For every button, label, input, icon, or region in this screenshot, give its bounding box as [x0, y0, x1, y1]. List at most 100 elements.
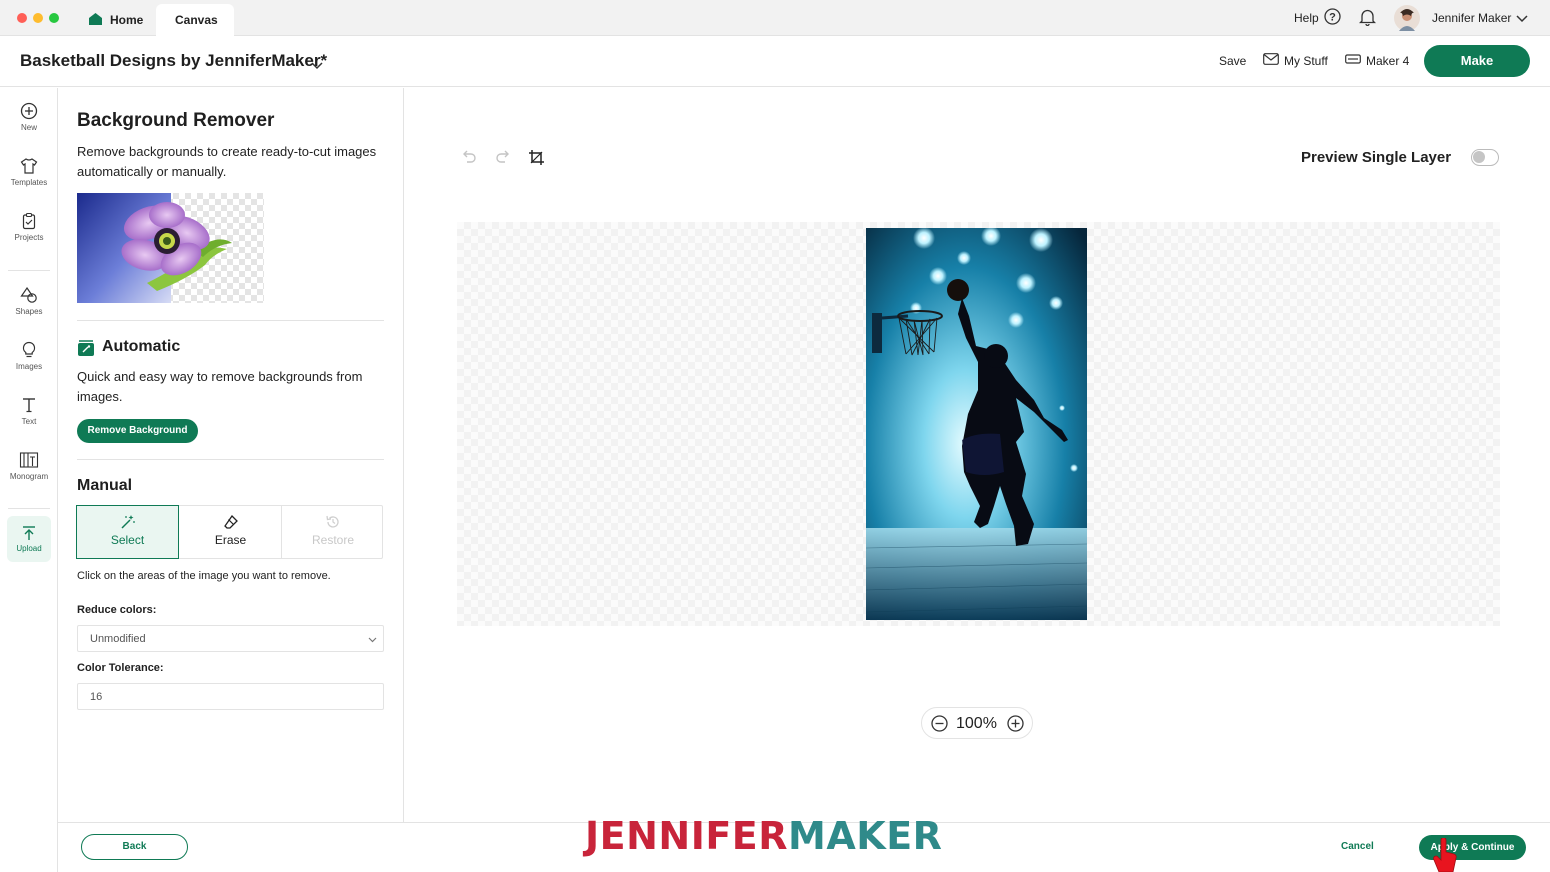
- user-name[interactable]: Jennifer Maker: [1432, 11, 1511, 27]
- color-tolerance-input[interactable]: 16: [77, 683, 384, 710]
- eraser-icon: [223, 514, 238, 529]
- watermark-part-b: MAKER: [788, 814, 943, 858]
- restore-tool-button[interactable]: Restore: [282, 506, 384, 558]
- crop-icon[interactable]: [528, 149, 545, 171]
- reduce-colors-label: Reduce colors:: [77, 604, 157, 616]
- tshirt-icon: [20, 158, 38, 174]
- project-header: Basketball Designs by JenniferMaker* Sav…: [0, 36, 1550, 87]
- back-button[interactable]: Back: [81, 834, 188, 860]
- rail-item-label: Images: [15, 362, 43, 371]
- manual-hint-text: Click on the areas of the image you want…: [77, 570, 331, 582]
- machine-selector[interactable]: Maker 4: [1345, 52, 1415, 70]
- save-button[interactable]: Save: [1219, 54, 1246, 68]
- cutting-machine-icon: [1345, 53, 1361, 68]
- rail-item-shapes[interactable]: Shapes: [0, 286, 58, 336]
- zoom-value: 100%: [956, 715, 997, 732]
- text-t-icon: [23, 398, 35, 413]
- reduce-colors-select[interactable]: Unmodified: [77, 625, 384, 652]
- tab-canvas-label: Canvas: [175, 13, 218, 27]
- tab-home-label: Home: [110, 13, 144, 27]
- erase-tool-label: Erase: [214, 533, 247, 547]
- color-tolerance-label: Color Tolerance:: [77, 662, 164, 674]
- home-icon: [88, 12, 103, 31]
- toggle-knob: [1473, 151, 1485, 163]
- cancel-button[interactable]: Cancel: [1341, 841, 1374, 852]
- rail-item-monogram[interactable]: Monogram: [0, 451, 58, 501]
- rail-item-label: Templates: [10, 178, 48, 187]
- rail-divider: [8, 508, 50, 509]
- upload-arrow-icon: [23, 526, 35, 540]
- manual-tool-group: Select Erase Restore: [76, 505, 383, 559]
- project-title[interactable]: Basketball Designs by JenniferMaker*: [20, 51, 327, 71]
- lightbulb-icon: [22, 341, 36, 358]
- avatar[interactable]: [1394, 5, 1420, 31]
- preview-single-layer-label: Preview Single Layer: [1301, 149, 1452, 166]
- restore-tool-label: Restore: [311, 533, 355, 547]
- zoom-in-icon[interactable]: [1007, 715, 1024, 737]
- rail-item-images[interactable]: Images: [0, 341, 58, 391]
- rail-item-templates[interactable]: Templates: [0, 157, 58, 207]
- window-tab-bar: Home Canvas Help ? Jennifer Maker: [0, 0, 1550, 36]
- my-stuff-button[interactable]: My Stuff: [1263, 52, 1333, 70]
- remove-background-button[interactable]: Remove Background: [77, 419, 198, 443]
- pointer-hand-cursor-icon: [1432, 837, 1458, 872]
- automatic-section-title: Automatic: [102, 338, 181, 355]
- window-minimize-dot[interactable]: [33, 13, 43, 23]
- make-button[interactable]: Make: [1424, 45, 1530, 77]
- select-tool-button[interactable]: Select: [76, 505, 179, 559]
- redo-icon[interactable]: [495, 149, 511, 170]
- rail-divider: [8, 270, 50, 271]
- machine-label: Maker 4: [1366, 54, 1410, 68]
- automatic-description: Quick and easy way to remove backgrounds…: [77, 369, 363, 404]
- tab-canvas[interactable]: Canvas: [156, 4, 234, 36]
- automatic-magic-icon: [77, 340, 95, 362]
- window-maximize-dot[interactable]: [49, 13, 59, 23]
- zoom-out-icon[interactable]: [931, 715, 948, 737]
- tab-home[interactable]: Home: [78, 4, 152, 36]
- canvas-area: Preview Single Layer 100%: [405, 88, 1550, 822]
- reduce-colors-value: Unmodified: [90, 633, 146, 645]
- bell-icon[interactable]: [1358, 8, 1377, 28]
- panel-divider: [77, 320, 384, 321]
- manual-section-title: Manual: [77, 477, 133, 494]
- svg-text:?: ?: [1329, 12, 1336, 24]
- project-title-chevron-icon[interactable]: [311, 57, 323, 75]
- my-stuff-label: My Stuff: [1284, 54, 1328, 68]
- undo-icon[interactable]: [461, 149, 477, 170]
- erase-tool-button[interactable]: Erase: [180, 506, 282, 558]
- left-tool-rail: New Templates Projects Shapes Images Tex…: [0, 88, 58, 872]
- help-label: Help: [1294, 11, 1319, 25]
- rail-item-label: Projects: [14, 233, 44, 242]
- rail-item-label: New: [20, 123, 37, 132]
- basketball-player-image[interactable]: [866, 228, 1087, 620]
- background-remover-example-image: [77, 193, 264, 303]
- envelope-icon: [1263, 53, 1279, 68]
- plus-circle-icon: [20, 102, 38, 120]
- window-close-dot[interactable]: [17, 13, 27, 23]
- restore-history-icon: [326, 515, 339, 528]
- rail-item-upload[interactable]: Upload: [7, 516, 51, 562]
- background-remover-panel: Background Remover Remove backgrounds to…: [58, 88, 404, 822]
- clipboard-icon: [22, 212, 36, 230]
- chevron-down-icon: [368, 634, 377, 646]
- zoom-control: 100%: [921, 707, 1033, 739]
- rail-item-label: Text: [21, 417, 37, 426]
- rail-item-label: Upload: [16, 544, 42, 553]
- panel-divider: [77, 459, 384, 460]
- rail-item-text[interactable]: Text: [0, 396, 58, 446]
- select-tool-label: Select: [110, 533, 145, 547]
- help-question-icon: ?: [1324, 8, 1341, 28]
- magic-wand-icon: [120, 515, 135, 529]
- preview-single-layer-toggle[interactable]: [1471, 149, 1499, 166]
- watermark-part-a: JENNIFER: [585, 814, 789, 858]
- rail-item-new[interactable]: New: [0, 102, 58, 152]
- rail-item-projects[interactable]: Projects: [0, 212, 58, 262]
- chevron-down-icon[interactable]: [1516, 12, 1528, 26]
- shapes-icon: [20, 286, 37, 303]
- panel-title: Background Remover: [77, 110, 275, 131]
- panel-description: Remove backgrounds to create ready-to-cu…: [77, 144, 377, 179]
- color-tolerance-value: 16: [90, 691, 103, 703]
- rail-item-label: Monogram: [9, 472, 49, 481]
- jennifermaker-watermark: JENNIFERMAKER: [585, 812, 942, 860]
- rail-item-label: Shapes: [15, 307, 43, 316]
